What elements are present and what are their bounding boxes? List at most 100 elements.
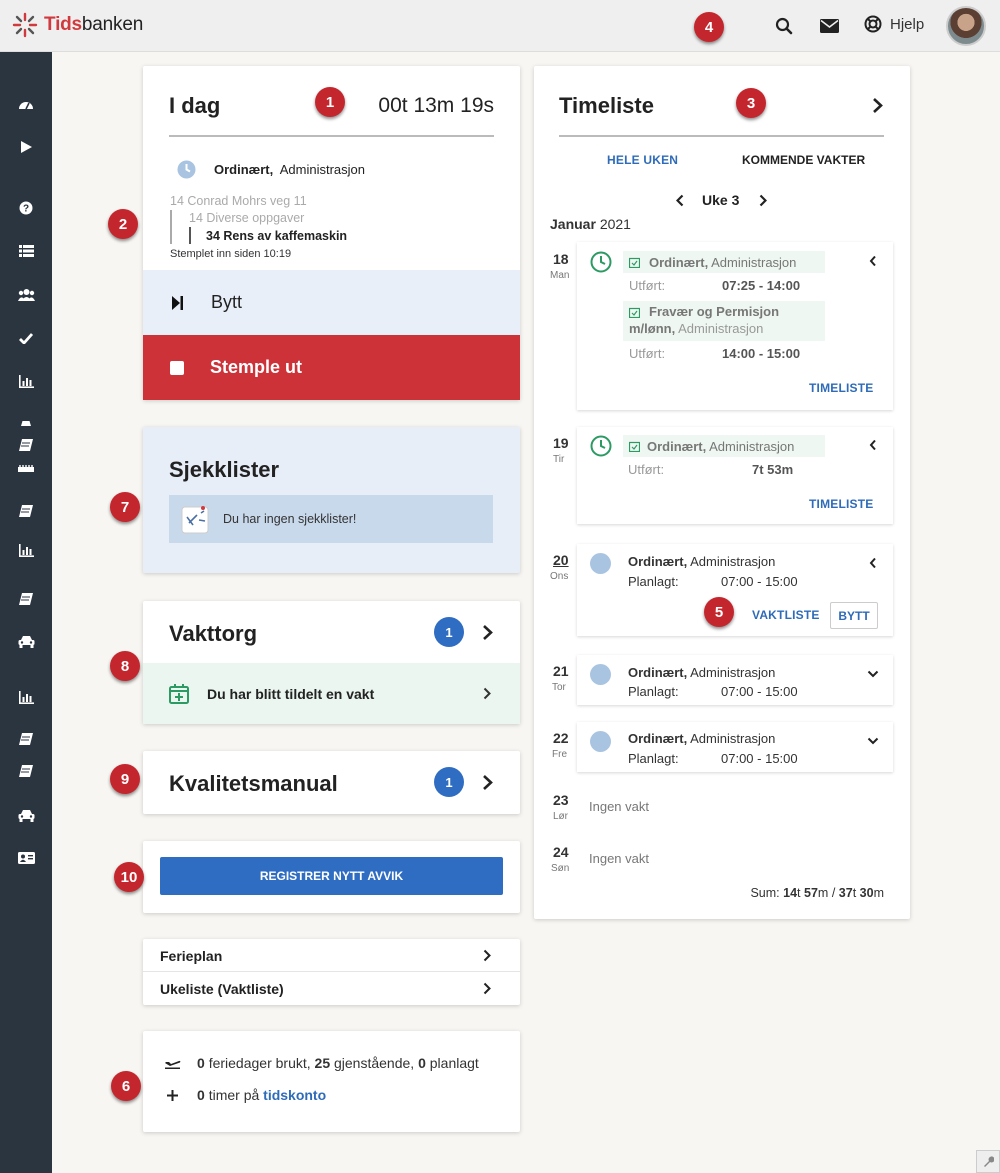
today-title: I dag <box>169 93 221 118</box>
id-card-icon[interactable] <box>17 851 35 865</box>
day-name: Fre <box>552 749 567 760</box>
day-number: 20 <box>553 552 569 568</box>
help-link[interactable]: Hjelp <box>864 15 924 33</box>
shift-type: Ordinært, Administrasjon <box>628 554 776 569</box>
divider <box>169 135 494 137</box>
book-icon[interactable] <box>17 438 35 452</box>
tab-whole-week[interactable]: HELE UKEN <box>607 153 678 167</box>
avatar[interactable] <box>946 6 986 46</box>
links-card: Ferieplan Ukeliste (Vaktliste) <box>143 939 520 1005</box>
timesheet-button[interactable]: TIMELISTE <box>809 381 873 395</box>
shift-time: 07:00 - 15:00 <box>721 574 798 589</box>
planned-label: Planlagt: <box>628 751 679 766</box>
callout-marker: 7 <box>110 492 140 522</box>
brand-name: Tidsbanken <box>44 14 144 35</box>
empty-checklists-notice: Du har ingen sjekklister! <box>169 495 493 543</box>
chevron-right-icon[interactable] <box>872 97 883 114</box>
skip-icon <box>172 295 183 310</box>
time-account-link[interactable]: tidskonto <box>263 1087 326 1103</box>
day-number: 21 <box>553 663 569 679</box>
switch-button[interactable]: Bytt <box>143 270 520 335</box>
callout-marker: 2 <box>108 209 138 239</box>
shift-time: 07:25 - 14:00 <box>722 278 801 293</box>
lifebuoy-icon <box>864 15 882 33</box>
clock-icon <box>590 251 612 273</box>
wrench-icon[interactable] <box>976 1150 1000 1173</box>
check-icon[interactable] <box>17 331 35 345</box>
day-name: Søn <box>551 863 570 874</box>
callout-marker: 4 <box>694 12 724 42</box>
play-icon[interactable] <box>17 140 35 154</box>
stop-icon <box>170 360 184 375</box>
car-icon[interactable] <box>17 416 35 430</box>
day-card-friday[interactable]: Ordinært, Administrasjon Planlagt: 07:00… <box>577 722 893 772</box>
day-name: Lør <box>553 811 568 822</box>
users-icon[interactable] <box>17 288 35 302</box>
question-icon[interactable]: ? <box>17 201 35 215</box>
swap-button[interactable]: BYTT <box>830 602 878 629</box>
bar-chart-icon[interactable] <box>17 690 35 704</box>
search-icon[interactable] <box>774 16 794 36</box>
timesheet-title[interactable]: Timeliste <box>559 93 654 119</box>
callout-marker: 5 <box>704 597 734 627</box>
quality-manual-card[interactable]: Kvalitetsmanual 1 <box>143 751 520 814</box>
chevron-left-icon[interactable] <box>869 557 877 569</box>
stamped-in-text: Stemplet inn siden 10:19 <box>170 248 292 260</box>
tab-upcoming-shifts[interactable]: KOMMENDE VAKTER <box>742 153 865 167</box>
chevron-left-icon[interactable] <box>869 439 877 451</box>
chevron-left-icon[interactable] <box>676 194 684 207</box>
stamp-out-label: Stemple ut <box>210 357 303 377</box>
shift-time: 14:00 - 15:00 <box>722 346 801 361</box>
day-number: 22 <box>553 730 569 746</box>
planned-label: Planlagt: <box>628 574 679 589</box>
chevron-down-icon[interactable] <box>867 670 879 678</box>
stamp-out-button[interactable]: Stemple ut <box>143 335 520 400</box>
book-icon[interactable] <box>17 504 35 518</box>
svg-text:?: ? <box>23 204 29 215</box>
ruler-icon[interactable] <box>17 461 35 475</box>
chevron-right-icon <box>483 949 491 962</box>
day-card-thursday[interactable]: Ordinært, Administrasjon Planlagt: 07:00… <box>577 655 893 705</box>
chevron-right-icon[interactable] <box>759 194 767 207</box>
list-icon[interactable] <box>17 244 35 258</box>
chevron-right-icon[interactable] <box>482 624 493 641</box>
shift-list-button[interactable]: VAKTLISTE <box>752 608 820 622</box>
today-timer: 00t 13m 19s <box>378 94 494 117</box>
chevron-right-icon[interactable] <box>482 774 493 791</box>
subtask: 34 Rens av kaffemaskin <box>206 229 348 243</box>
link-row-ferieplan[interactable]: Ferieplan <box>143 939 520 972</box>
mail-icon[interactable] <box>819 16 839 36</box>
book-icon[interactable] <box>17 592 35 606</box>
calendar-plus-icon <box>169 683 189 704</box>
bar-chart-icon[interactable] <box>17 543 35 557</box>
shift-info: Ordinært, Administrasjon <box>214 162 366 177</box>
calendar-check-icon <box>629 307 640 318</box>
shift-tag: Ordinært, Administrasjon <box>623 435 825 457</box>
help-label: Hjelp <box>890 15 925 33</box>
timesheet-card: Timeliste HELE UKEN KOMMENDE VAKTER Uke … <box>534 66 910 919</box>
chevron-left-icon[interactable] <box>869 255 877 267</box>
link-row-ukeliste[interactable]: Ukeliste (Vaktliste) <box>143 972 520 1005</box>
calendar-check-icon <box>629 441 640 452</box>
register-deviation-button[interactable]: REGISTRER NYTT AVVIK <box>160 857 503 895</box>
app-logo[interactable]: Tidsbanken <box>12 12 143 38</box>
link-label: Ferieplan <box>160 948 223 964</box>
car-icon[interactable] <box>17 808 35 822</box>
bar-chart-icon[interactable] <box>17 374 35 388</box>
dashboard-icon[interactable] <box>17 97 35 111</box>
clock-icon <box>590 435 612 457</box>
chevron-down-icon[interactable] <box>867 737 879 745</box>
vakttorg-title[interactable]: Vakttorg <box>169 621 257 647</box>
shift-type: Ordinært, Administrasjon <box>628 731 776 746</box>
timesheet-button[interactable]: TIMELISTE <box>809 497 873 511</box>
assigned-shift-notice[interactable]: Du har blitt tildelt en vakt <box>143 663 520 724</box>
empty-checklists-text: Du har ingen sjekklister! <box>223 512 357 526</box>
week-sum: Sum: 14t 57m / 37t 30m <box>750 886 884 900</box>
shift-tag: Ordinært, Administrasjon <box>623 251 825 273</box>
shift-time: 07:00 - 15:00 <box>721 751 798 766</box>
plus-icon <box>167 1090 178 1101</box>
book-icon[interactable] <box>17 732 35 746</box>
car-icon[interactable] <box>17 634 35 648</box>
book-icon[interactable] <box>17 764 35 778</box>
deviation-card: REGISTRER NYTT AVVIK <box>143 841 520 913</box>
